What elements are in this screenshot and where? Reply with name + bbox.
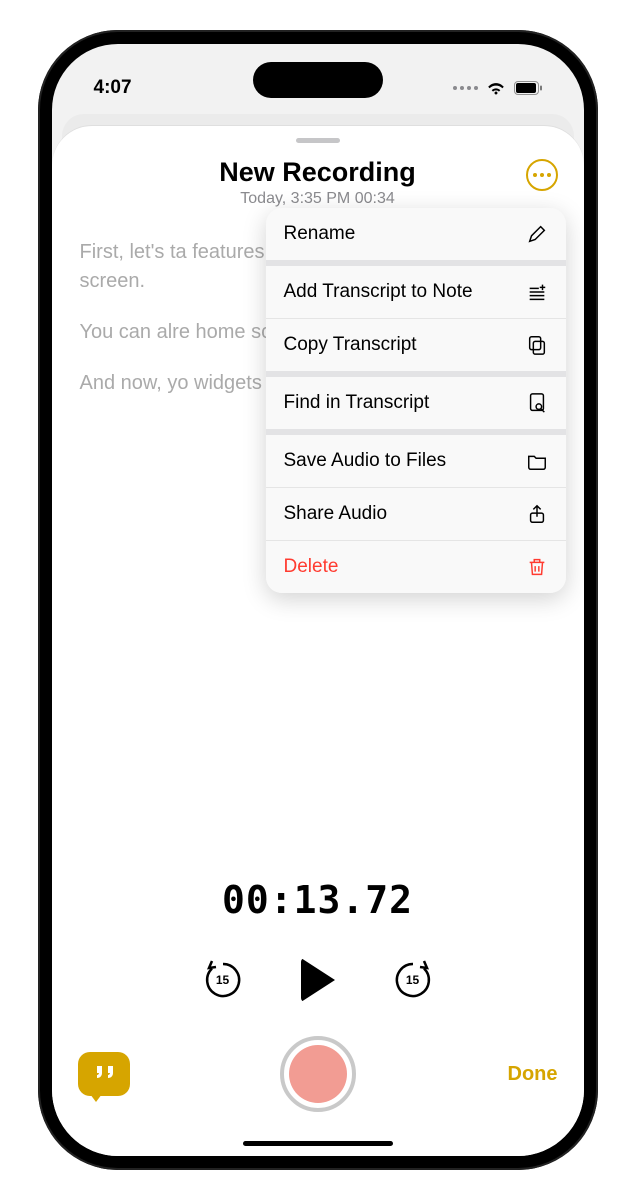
status-time: 4:07 [94,77,132,99]
menu-save-audio[interactable]: Save Audio to Files [266,435,566,487]
transcript-quote-button[interactable] [78,1052,130,1096]
skip-back-button[interactable]: 15 [201,958,245,1002]
phone-frame: 4:07 New Recording Today, 3:35 PM 00:34 [38,30,598,1170]
record-dot-icon [289,1045,347,1103]
recording-sheet: New Recording Today, 3:35 PM 00:34 First… [52,126,584,1156]
text-insert-icon [526,281,548,303]
menu-label: Share Audio [284,503,388,525]
menu-delete[interactable]: Delete [266,540,566,593]
menu-label: Save Audio to Files [284,450,447,472]
recording-title[interactable]: New Recording [72,157,564,188]
menu-label: Find in Transcript [284,392,430,414]
done-button[interactable]: Done [506,1063,558,1086]
skip-forward-button[interactable]: 15 [391,958,435,1002]
playback-controls: 15 15 [52,958,584,1002]
skip-back-value: 15 [201,958,245,1002]
share-icon [526,503,548,525]
status-icons [453,81,542,95]
more-button[interactable] [526,159,558,191]
skip-forward-value: 15 [391,958,435,1002]
menu-label: Copy Transcript [284,334,417,356]
menu-share-audio[interactable]: Share Audio [266,487,566,540]
bottom-bar: Done [52,1036,584,1146]
folder-icon [526,450,548,472]
menu-copy-transcript[interactable]: Copy Transcript [266,318,566,371]
menu-label: Add Transcript to Note [284,281,473,303]
sheet-grabber[interactable] [296,138,340,143]
trash-icon [526,556,548,578]
phone-screen: 4:07 New Recording Today, 3:35 PM 00:34 [52,44,584,1156]
dynamic-island [253,62,383,98]
record-button[interactable] [280,1036,356,1112]
menu-add-transcript[interactable]: Add Transcript to Note [266,266,566,318]
context-menu: Rename Add Transcript to Note Copy Trans… [266,208,566,593]
battery-icon [514,81,542,95]
menu-rename[interactable]: Rename [266,208,566,260]
playback-area: 00:13.72 15 15 [52,878,584,1156]
menu-label: Rename [284,223,356,245]
home-indicator[interactable] [243,1141,393,1146]
timecode: 00:13.72 [52,878,584,922]
menu-label: Delete [284,556,339,578]
ellipsis-icon [533,173,551,177]
pencil-icon [526,223,548,245]
wifi-icon [486,81,506,95]
menu-find[interactable]: Find in Transcript [266,377,566,429]
cellular-icon [453,86,478,90]
play-button[interactable] [301,958,335,1002]
copy-icon [526,334,548,356]
doc-search-icon [526,392,548,414]
recording-subtitle: Today, 3:35 PM 00:34 [72,190,564,208]
